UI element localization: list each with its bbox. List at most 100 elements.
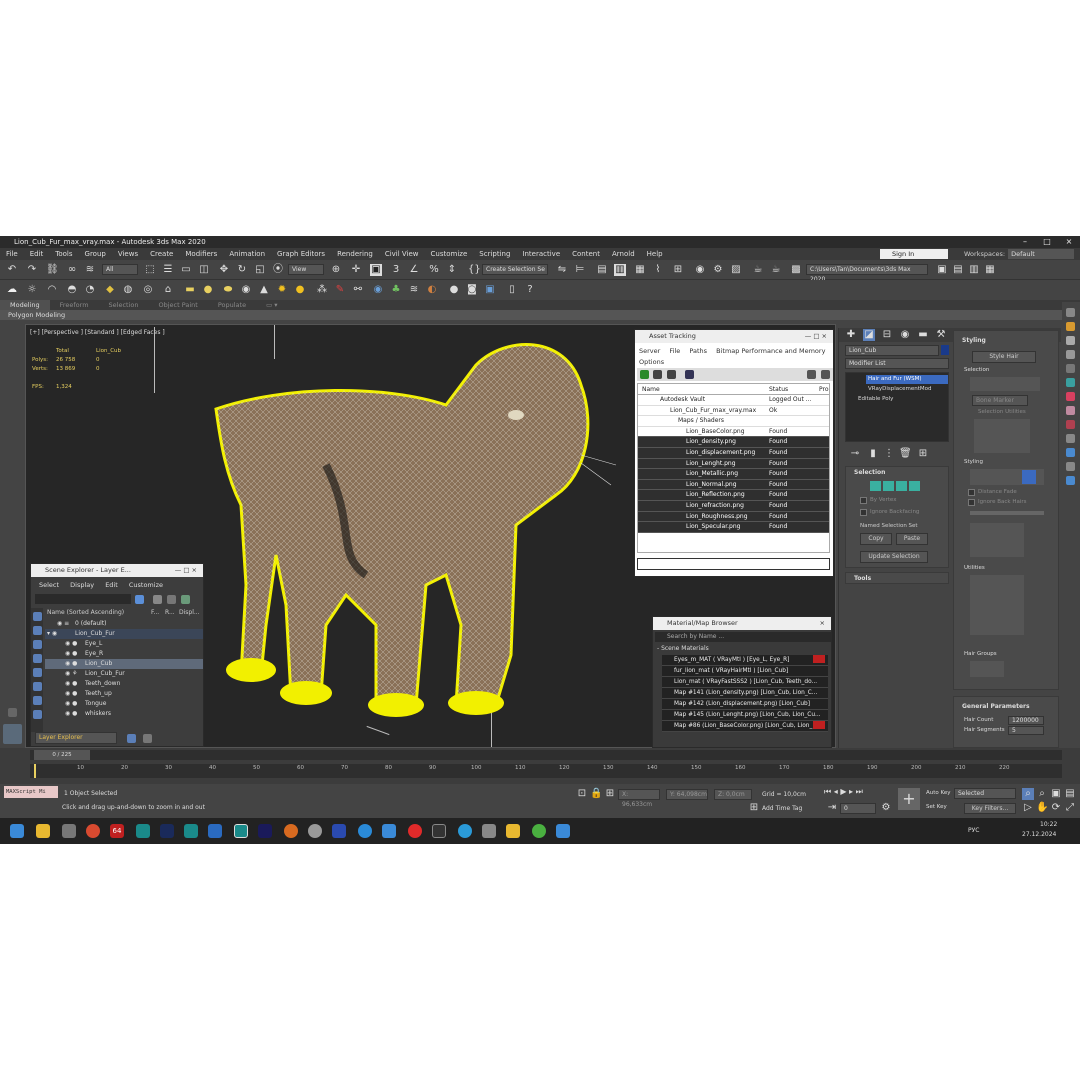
maximize-button[interactable]: □ [1036, 236, 1058, 248]
table-row[interactable]: Lion_refraction.png Found [638, 501, 829, 512]
search-app-icon[interactable] [308, 824, 322, 838]
torrent-icon[interactable] [532, 824, 546, 838]
field-of-view-icon[interactable]: ▷ [1022, 802, 1034, 814]
column-status[interactable]: Status [769, 384, 788, 395]
place-icon[interactable]: ⦿ [272, 264, 284, 276]
asset-tracking-close-icon[interactable]: — □ × [805, 330, 827, 343]
styling-tools-grid[interactable] [970, 523, 1024, 557]
menu-create[interactable]: Create [144, 248, 179, 260]
rect-selection-icon[interactable]: ▭ [180, 264, 192, 276]
material-search-field[interactable]: Search by Name ... [655, 632, 831, 642]
x-coordinate-field[interactable]: X: 96,633cm [618, 789, 660, 808]
after-effects-icon[interactable] [258, 824, 272, 838]
create-project-icon[interactable]: ▤ [952, 264, 964, 276]
select-by-name-icon[interactable]: ☰ [162, 264, 174, 276]
vray-frame-buffer-icon[interactable]: ◆ [104, 284, 116, 296]
hair-segments-spinner[interactable]: 5 [1008, 726, 1044, 735]
percent-snap-icon[interactable]: % [428, 264, 440, 276]
snaps-toggle-icon[interactable]: 3 [390, 264, 402, 276]
vray-ies-icon[interactable]: ◔ [84, 284, 96, 296]
viewport-layout-icon[interactable] [8, 708, 17, 717]
auto-key-button[interactable]: Auto Key [926, 790, 951, 796]
photoshop-icon[interactable] [160, 824, 174, 838]
set-key-button[interactable]: Set Key [926, 804, 947, 810]
rotate-icon[interactable]: ↻ [236, 264, 248, 276]
utilities-tab-icon[interactable]: ⚒ [935, 329, 947, 341]
render-iterative-icon[interactable]: ☕ [770, 264, 782, 276]
table-row[interactable]: Autodesk Vault Logged Out ... [638, 395, 829, 406]
cloud-icon[interactable] [1066, 462, 1075, 471]
edge-icon[interactable] [358, 824, 372, 838]
3dsmax-icon-2[interactable] [184, 824, 198, 838]
key-filters-button[interactable]: Key Filters... [964, 803, 1016, 814]
zoom-icon[interactable]: ⌕ [1022, 788, 1034, 800]
z-coordinate-field[interactable]: Z: 0,0cm [714, 789, 752, 800]
browser-orange-icon[interactable] [284, 824, 298, 838]
rendered-frame-icon[interactable]: ▨ [730, 264, 742, 276]
terminal-icon[interactable] [432, 824, 446, 838]
mirror-icon[interactable]: ⇋ [556, 264, 568, 276]
object-color-swatch[interactable] [941, 345, 949, 355]
menu-modifiers[interactable]: Modifiers [179, 248, 223, 260]
sphere-small-icon[interactable] [1066, 336, 1075, 345]
table-row[interactable]: Maps / Shaders [638, 416, 829, 427]
play-icon[interactable]: ▶ [840, 787, 846, 796]
camera-app-icon[interactable] [556, 824, 570, 838]
render-sphere-icon[interactable]: ● [448, 284, 460, 296]
vray-plane-icon[interactable]: ◎ [142, 284, 154, 296]
selection-utilities-grid[interactable] [974, 419, 1030, 453]
show-end-result-icon[interactable]: ▮ [867, 448, 879, 460]
list-item[interactable]: ◉ ● Tongue [45, 699, 203, 709]
calculator-icon[interactable] [482, 824, 496, 838]
window-crossing-icon[interactable]: ◫ [198, 264, 210, 276]
teal-icon[interactable] [1066, 378, 1075, 387]
scene-menu-select[interactable]: Select [39, 581, 59, 589]
app-badge-icon[interactable]: 64 [110, 824, 124, 838]
tab-populate[interactable]: Populate [208, 300, 256, 310]
render-setup-icon[interactable]: ⚙ [712, 264, 724, 276]
script-icon[interactable]: ✎ [334, 284, 346, 296]
time-slider-thumb[interactable]: 0 / 225 [34, 750, 90, 760]
create-tab-icon[interactable]: ✚ [845, 329, 857, 341]
table-row[interactable]: Lion_Normal.png Found [638, 479, 829, 491]
current-frame-field[interactable]: 0 [840, 803, 876, 814]
display-helpers-icon[interactable] [33, 682, 42, 691]
menu-rendering[interactable]: Rendering [331, 248, 379, 260]
pin-stack-icon[interactable]: ⊸ [849, 448, 861, 460]
material-item[interactable]: Map #86 (Lion_BaseColor.png) [Lion_Cub, … [662, 721, 828, 732]
rollout-icon[interactable] [1066, 350, 1075, 359]
tab-selection[interactable]: Selection [99, 300, 149, 310]
vray-light-icon[interactable]: ☼ [26, 284, 38, 296]
chrome-icon[interactable] [86, 824, 100, 838]
ignore-backfacing-checkbox[interactable] [860, 509, 867, 516]
cylinder-icon[interactable]: ⬬ [222, 284, 234, 296]
settings-app-icon[interactable] [62, 824, 76, 838]
windows-start-icon[interactable] [10, 824, 24, 838]
grid-small-icon[interactable] [1066, 364, 1075, 373]
table-row[interactable]: Lion_Cub_Fur_max_vray.max Ok [638, 405, 829, 417]
manipulate-icon[interactable]: ✛ [350, 264, 362, 276]
explorer-type-icon[interactable] [127, 734, 136, 743]
bone-marker-dropdown[interactable]: Bone Marker [972, 395, 1028, 406]
clock-date[interactable]: 27.12.2024 [1022, 831, 1056, 838]
display-objects-icon[interactable] [33, 612, 42, 621]
folder-app-icon[interactable] [506, 824, 520, 838]
table-row[interactable]: Lion_Lenght.png Found [638, 458, 829, 470]
material-item[interactable]: Lion_mat ( VRayFastSSS2 ) [Lion_Cub, Tee… [662, 677, 828, 688]
move-icon[interactable]: ✥ [218, 264, 230, 276]
sign-in-button[interactable]: Sign In [880, 249, 948, 259]
hierarchy-tab-icon[interactable]: ⊟ [881, 329, 893, 341]
distance-fade-checkbox[interactable] [968, 489, 975, 496]
orbit-icon[interactable]: ⟳ [1050, 802, 1062, 814]
list-item[interactable]: ▾ ◉ Lion_Cub_Fur [45, 629, 203, 639]
menu-content[interactable]: Content [566, 248, 606, 260]
menu-customize[interactable]: Customize [425, 248, 474, 260]
vray-teapot-icon[interactable]: ☁ [6, 284, 18, 296]
edit-named-sets-icon[interactable]: {} [468, 264, 481, 276]
align-icon[interactable]: ⊨ [574, 264, 586, 276]
menu-arnold[interactable]: Arnold [606, 248, 641, 260]
asset-menu-bitmap[interactable]: Bitmap Performance and Memory [716, 347, 825, 355]
menu-interactive[interactable]: Interactive [516, 248, 566, 260]
red-small-icon[interactable] [1066, 420, 1075, 429]
menu-help[interactable]: Help [641, 248, 669, 260]
